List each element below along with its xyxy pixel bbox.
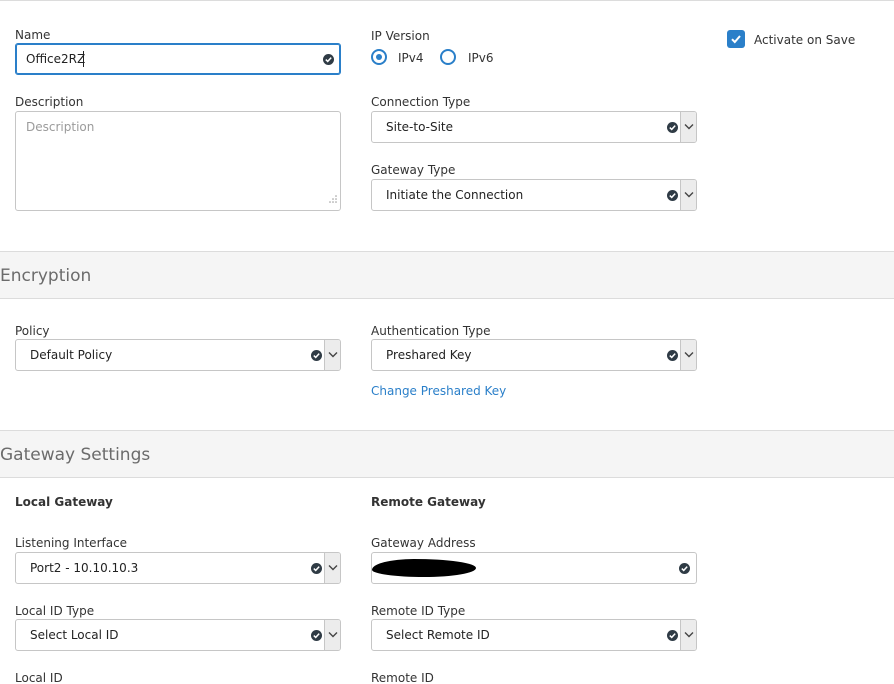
valid-check-icon xyxy=(311,350,322,361)
chevron-down-icon[interactable] xyxy=(680,112,696,142)
local-id-type-label: Local ID Type xyxy=(15,604,95,618)
remote-gateway-heading: Remote Gateway xyxy=(371,495,486,509)
valid-check-icon xyxy=(667,630,678,641)
auth-type-value: Preshared Key xyxy=(386,348,472,362)
valid-check-icon xyxy=(667,122,678,133)
description-placeholder: Description xyxy=(26,120,95,134)
auth-type-select[interactable]: Preshared Key xyxy=(371,339,697,371)
valid-check-icon xyxy=(323,54,334,65)
top-divider xyxy=(0,0,894,4)
description-textarea[interactable]: Description xyxy=(15,111,341,211)
connection-type-select[interactable]: Site-to-Site xyxy=(371,111,697,143)
remote-id-type-select[interactable]: Select Remote ID xyxy=(371,619,697,651)
chevron-down-icon[interactable] xyxy=(680,620,696,650)
encryption-section-title: Encryption xyxy=(0,266,92,286)
gateway-type-value: Initiate the Connection xyxy=(386,188,524,202)
auth-type-label: Authentication Type xyxy=(371,324,491,338)
activate-on-save-label[interactable]: Activate on Save xyxy=(754,33,855,47)
ipv6-radio[interactable] xyxy=(440,49,456,65)
name-input-value: Office2RZ xyxy=(26,52,86,66)
ipv4-radio-label[interactable]: IPv4 xyxy=(398,51,424,65)
chevron-down-icon[interactable] xyxy=(680,180,696,210)
redacted-address xyxy=(372,559,476,577)
remote-id-type-label: Remote ID Type xyxy=(371,604,466,618)
encryption-section-header: Encryption xyxy=(0,251,894,299)
gateway-settings-section-header: Gateway Settings xyxy=(0,430,894,478)
chevron-down-icon[interactable] xyxy=(324,340,340,370)
policy-value: Default Policy xyxy=(30,348,113,362)
gateway-address-label: Gateway Address xyxy=(371,536,476,550)
activate-on-save-checkbox[interactable] xyxy=(727,30,745,48)
connection-type-label: Connection Type xyxy=(371,95,471,109)
valid-check-icon xyxy=(679,563,690,574)
remote-id-label: Remote ID xyxy=(371,671,434,684)
policy-label: Policy xyxy=(15,324,50,338)
description-label: Description xyxy=(15,95,84,109)
local-id-label: Local ID xyxy=(15,671,63,684)
gateway-settings-section-title: Gateway Settings xyxy=(0,445,151,465)
text-caret xyxy=(83,51,84,67)
change-preshared-key-link[interactable]: Change Preshared Key xyxy=(371,384,506,398)
local-id-type-value: Select Local ID xyxy=(30,628,119,642)
resize-grip-icon[interactable] xyxy=(329,188,337,207)
listening-interface-value: Port2 - 10.10.10.3 xyxy=(30,561,139,575)
listening-interface-select[interactable]: Port2 - 10.10.10.3 xyxy=(15,552,341,584)
valid-check-icon xyxy=(667,350,678,361)
ipv4-radio[interactable] xyxy=(371,49,387,65)
local-gateway-heading: Local Gateway xyxy=(15,495,113,509)
remote-id-type-value: Select Remote ID xyxy=(386,628,490,642)
local-id-type-select[interactable]: Select Local ID xyxy=(15,619,341,651)
valid-check-icon xyxy=(667,190,678,201)
valid-check-icon xyxy=(311,630,322,641)
chevron-down-icon[interactable] xyxy=(680,340,696,370)
chevron-down-icon[interactable] xyxy=(324,620,340,650)
gateway-type-label: Gateway Type xyxy=(371,163,456,177)
ip-version-label: IP Version xyxy=(371,29,430,43)
valid-check-icon xyxy=(311,563,322,574)
gateway-type-select[interactable]: Initiate the Connection xyxy=(371,179,697,211)
name-label: Name xyxy=(15,28,51,42)
listening-interface-label: Listening Interface xyxy=(15,536,128,550)
chevron-down-icon[interactable] xyxy=(324,553,340,583)
policy-select[interactable]: Default Policy xyxy=(15,339,341,371)
gateway-address-input[interactable] xyxy=(371,552,697,584)
connection-type-value: Site-to-Site xyxy=(386,120,454,134)
ipv6-radio-label[interactable]: IPv6 xyxy=(468,51,494,65)
name-input[interactable]: Office2RZ xyxy=(15,43,341,75)
